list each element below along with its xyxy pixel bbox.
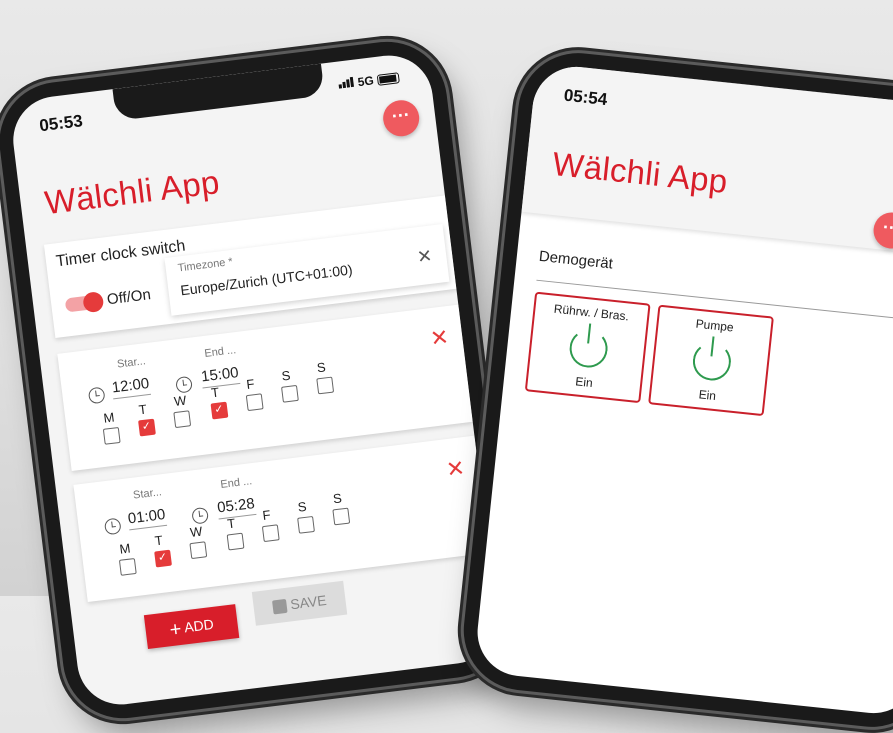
left-phone-screen: 05:53 5G ··· Wälchli App Timer clock swi… — [8, 50, 502, 710]
day-checkbox[interactable] — [316, 376, 335, 395]
end-label: End ... — [219, 475, 253, 491]
more-menu-button[interactable]: ··· — [381, 98, 422, 139]
clock-icon — [191, 506, 210, 525]
timezone-field[interactable]: Timezone * Europe/Zurich (UTC+01:00) ✕ — [164, 224, 450, 316]
tile-state: Ein — [574, 374, 594, 391]
day-letter: T — [226, 515, 237, 532]
signal-icon — [338, 76, 356, 92]
toggle-knob — [82, 290, 105, 314]
device-tile-ruehrwerk[interactable]: Rührw. / Bras. Ein — [524, 291, 651, 404]
day-letter: F — [245, 376, 256, 393]
day-letter: T — [153, 532, 164, 549]
day-checkbox[interactable] — [138, 418, 156, 437]
day-checkbox[interactable] — [245, 393, 264, 412]
start-label: Star... — [116, 355, 147, 371]
floppy-disk-icon — [271, 599, 288, 615]
toggle-label: Off/On — [106, 286, 152, 309]
day-checkbox[interactable] — [332, 507, 351, 526]
timezone-label: Timezone * — [177, 255, 234, 275]
clock-icon — [175, 375, 193, 394]
day-checkbox[interactable] — [189, 541, 208, 560]
delete-entry-icon[interactable]: ✕ — [429, 324, 450, 352]
save-button[interactable]: SAVE — [251, 580, 348, 626]
day-letter: F — [261, 507, 272, 524]
plus-icon: + — [168, 618, 183, 642]
day-checkbox[interactable] — [297, 515, 315, 534]
day-checkbox[interactable] — [173, 410, 192, 429]
end-label: End ... — [203, 344, 237, 360]
day-letter: W — [189, 523, 204, 540]
right-phone-screen: 05:54 5G 05:54 Wälchli App ··· Demogerät… — [473, 62, 893, 718]
add-button[interactable]: + ADD — [143, 604, 240, 650]
save-label: SAVE — [289, 591, 328, 613]
status-icons: 5G — [338, 70, 400, 91]
tile-state: Ein — [698, 387, 717, 404]
start-time-input[interactable]: 12:00 — [110, 374, 151, 400]
power-toggle[interactable] — [64, 290, 105, 314]
tile-title: Pumpe — [695, 316, 735, 335]
more-dots-icon: ··· — [390, 104, 411, 127]
more-dots-icon: ··· — [881, 216, 893, 239]
status-time: 05:53 — [38, 111, 84, 136]
right-phone: 05:54 5G 05:54 Wälchli App ··· Demogerät… — [457, 47, 893, 733]
start-label: Star... — [132, 486, 163, 502]
battery-icon — [376, 72, 400, 87]
device-tile-pumpe[interactable]: Pumpe Ein — [648, 304, 774, 417]
day-letter: W — [173, 392, 188, 409]
end-time-input[interactable]: 05:28 — [216, 495, 256, 520]
clear-timezone-icon[interactable]: ✕ — [416, 246, 434, 269]
day-letter: T — [210, 384, 221, 401]
app-title: Wälchli App — [42, 163, 222, 222]
day-letter: S — [316, 359, 327, 376]
day-checkbox[interactable] — [226, 532, 245, 551]
day-checkbox[interactable] — [118, 557, 137, 576]
power-icon — [691, 340, 733, 383]
power-icon — [567, 327, 610, 370]
day-letter: M — [102, 409, 116, 426]
day-letter: S — [280, 367, 292, 384]
clock-icon — [103, 517, 122, 536]
day-letter: S — [332, 490, 343, 507]
tile-title: Rührw. / Bras. — [553, 301, 630, 324]
notch — [112, 63, 325, 121]
day-letter: M — [118, 540, 132, 557]
end-time-input[interactable]: 15:00 — [200, 364, 240, 389]
day-checkbox[interactable] — [210, 401, 229, 420]
day-checkbox[interactable] — [261, 524, 280, 543]
device-select-value: Demogerät — [538, 247, 614, 273]
day-checkbox[interactable] — [281, 384, 299, 403]
day-checkbox[interactable] — [102, 426, 121, 445]
day-letter: S — [296, 498, 308, 515]
delete-entry-icon[interactable]: ✕ — [445, 455, 466, 483]
add-label: ADD — [183, 615, 215, 636]
start-time-input[interactable]: 01:00 — [126, 506, 167, 531]
day-checkbox[interactable] — [154, 549, 172, 568]
clock-icon — [87, 386, 106, 405]
network-label: 5G — [356, 73, 375, 90]
left-phone: 05:53 5G ··· Wälchli App Timer clock swi… — [0, 34, 518, 726]
day-letter: T — [137, 401, 148, 418]
